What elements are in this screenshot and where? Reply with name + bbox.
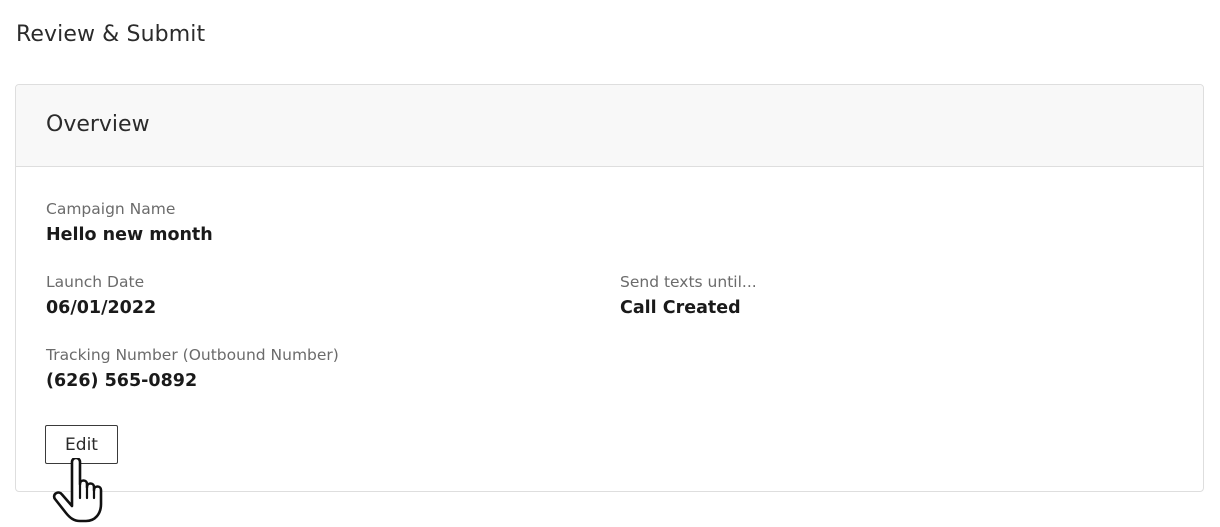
launch-date-field: Launch Date 06/01/2022: [46, 272, 156, 320]
tracking-number-field: Tracking Number (Outbound Number) (626) …: [46, 345, 339, 393]
tracking-number-label: Tracking Number (Outbound Number): [46, 346, 339, 364]
send-texts-until-label: Send texts until...: [620, 273, 757, 291]
launch-date-label: Launch Date: [46, 273, 145, 291]
page-title: Review & Submit: [16, 22, 206, 47]
edit-button[interactable]: Edit: [45, 425, 118, 464]
overview-title: Overview: [46, 112, 150, 137]
campaign-name-value: Hello new month: [46, 225, 213, 245]
overview-card-header: Overview: [16, 85, 1203, 167]
review-submit-page: Review & Submit Overview Campaign Name H…: [0, 0, 1220, 527]
campaign-name-field: Campaign Name Hello new month: [46, 199, 213, 247]
tracking-number-value: (626) 565-0892: [46, 371, 198, 391]
send-texts-until-value: Call Created: [620, 298, 741, 318]
send-texts-until-field: Send texts until... Call Created: [620, 272, 757, 320]
overview-card: Overview Campaign Name Hello new month L…: [15, 84, 1204, 492]
campaign-name-label: Campaign Name: [46, 200, 176, 218]
launch-date-value: 06/01/2022: [46, 298, 157, 318]
